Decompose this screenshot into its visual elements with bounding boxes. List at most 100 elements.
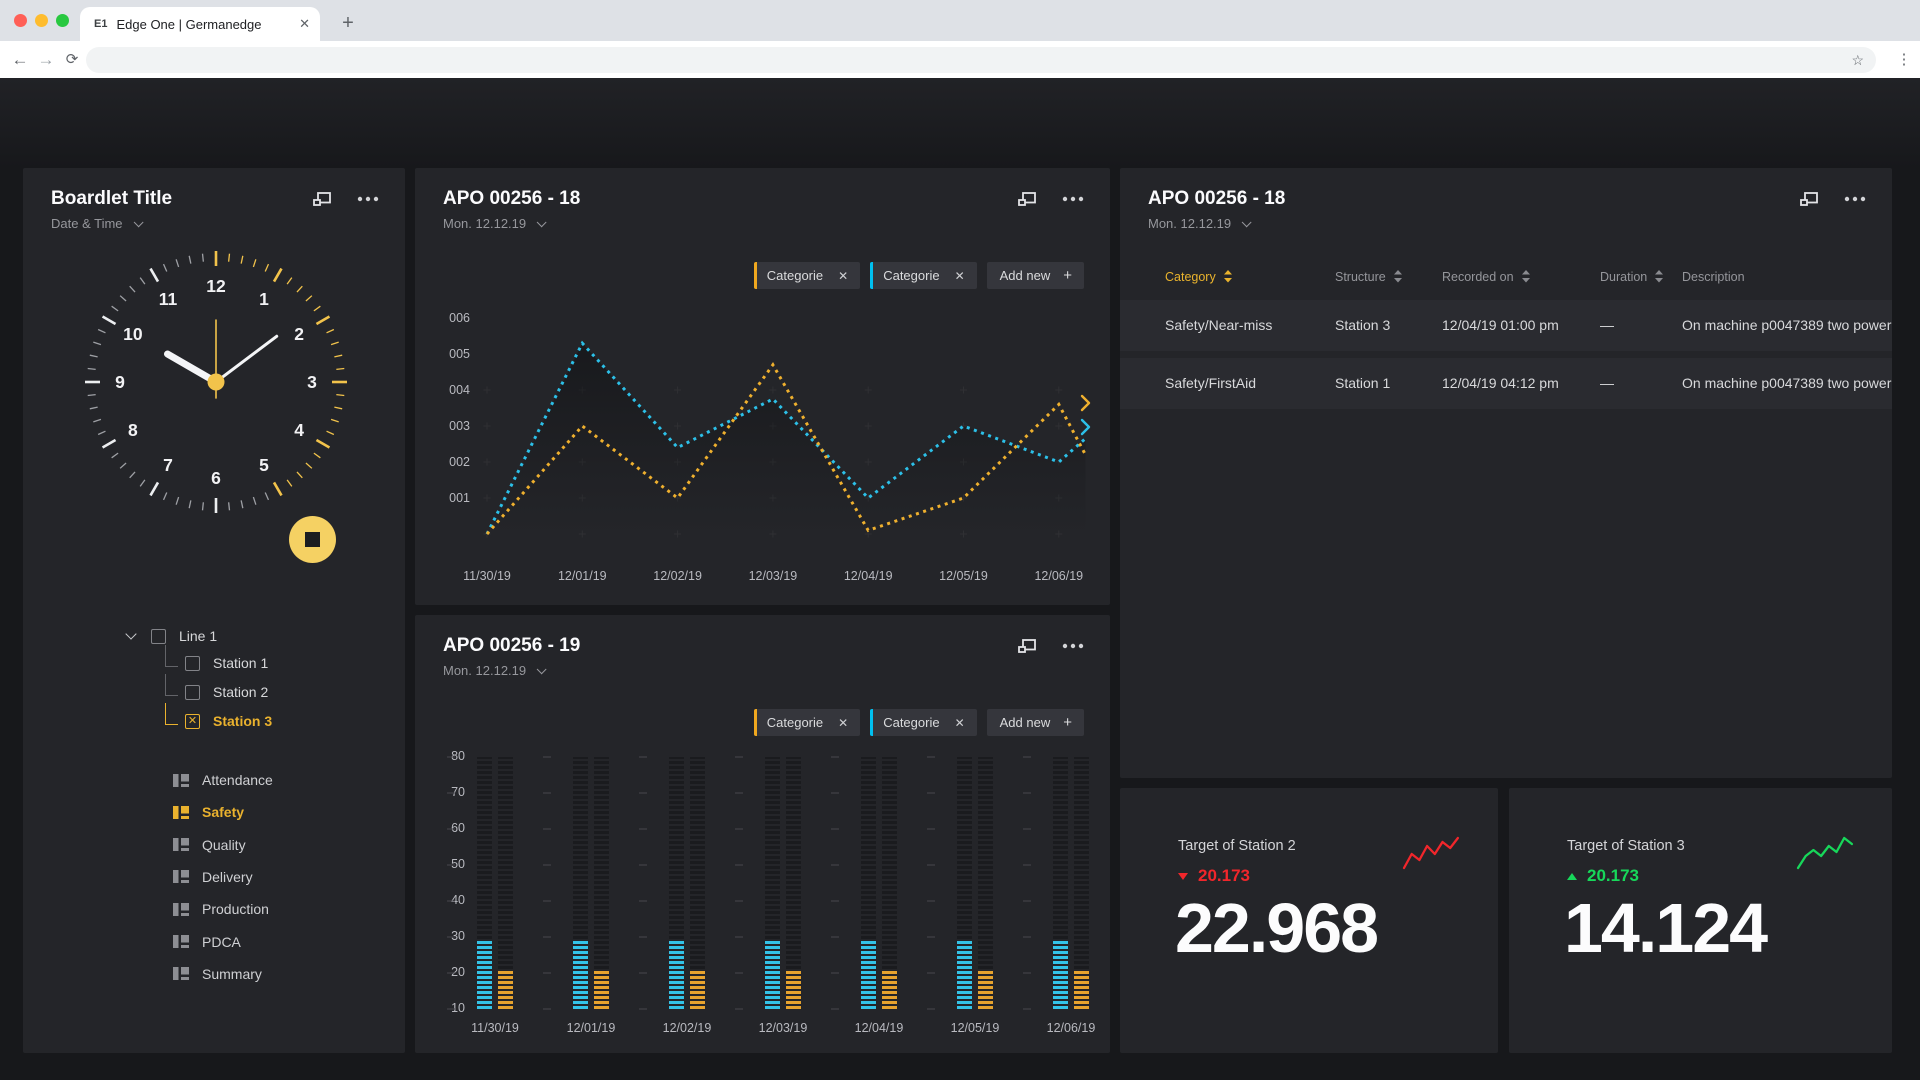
sparkline	[1796, 836, 1854, 874]
clock-stop-button[interactable]	[289, 516, 336, 563]
checkbox[interactable]	[151, 629, 166, 644]
sidebar-item-safety[interactable]: Safety	[173, 804, 244, 820]
more-options-icon[interactable]	[357, 196, 379, 202]
popout-icon[interactable]	[1800, 192, 1818, 206]
panel-title: APO 00256 - 18	[1148, 188, 1285, 210]
grid-dash	[447, 900, 455, 902]
table-row[interactable]: Safety/FirstAidStation 112/04/19 04:12 p…	[1120, 358, 1892, 409]
grid-dash	[831, 828, 839, 830]
sparkline	[1402, 836, 1460, 874]
grid-dash	[927, 900, 935, 902]
panel-date-dropdown[interactable]: Mon. 12.12.19	[1148, 216, 1248, 231]
browser-tab[interactable]: E1 Edge One | Germanedge ✕	[80, 7, 320, 41]
table-row[interactable]: Safety/Near-missStation 312/04/19 01:00 …	[1120, 300, 1892, 351]
grid-dash	[927, 828, 935, 830]
grid-dash	[1023, 972, 1031, 974]
tree-item-station-2[interactable]: Station 2	[185, 684, 268, 700]
forward-icon[interactable]: →	[34, 48, 58, 72]
tree-item-label: Station 3	[213, 713, 272, 729]
tab-close-icon[interactable]: ✕	[299, 16, 310, 32]
clock-number: 11	[159, 289, 178, 309]
bar	[978, 969, 993, 1009]
column-header-structure[interactable]: Structure	[1335, 270, 1402, 284]
sidebar-item-label: Summary	[202, 966, 262, 982]
sidebar-item-attendance[interactable]: Attendance	[173, 772, 273, 788]
sidebar-item-delivery[interactable]: Delivery	[173, 869, 253, 885]
tree-item-station-1[interactable]: Station 1	[185, 655, 268, 671]
sidebar-item-summary[interactable]: Summary	[173, 966, 262, 982]
clock-number: 3	[307, 372, 317, 392]
grid-dash	[543, 828, 551, 830]
boardlet-type-label: Date & Time	[51, 216, 123, 231]
sort-icon	[1394, 270, 1402, 283]
zoom-window-button[interactable]	[56, 14, 69, 27]
popout-icon[interactable]	[313, 192, 331, 206]
svg-text:12/05/19: 12/05/19	[939, 569, 988, 583]
grid-dash	[1023, 1008, 1031, 1010]
minimize-window-button[interactable]	[35, 14, 48, 27]
dashboard-grid-icon	[173, 967, 189, 980]
svg-text:001: 001	[449, 491, 470, 505]
grid-dash	[927, 936, 935, 938]
dashboard-grid-icon	[173, 774, 189, 787]
clock-number: 10	[123, 324, 143, 344]
x-axis-label: 12/01/19	[551, 1021, 631, 1035]
more-options-icon[interactable]	[1844, 196, 1866, 202]
clock-number: 4	[294, 420, 304, 440]
column-header-category[interactable]: Category	[1165, 270, 1232, 284]
x-axis-label: 12/05/19	[935, 1021, 1015, 1035]
column-label: Duration	[1600, 270, 1647, 284]
column-header-recorded-on[interactable]: Recorded on	[1442, 270, 1530, 284]
column-label: Category	[1165, 270, 1216, 284]
tree-item-station-3[interactable]: ✕ Station 3	[185, 713, 272, 729]
grid-dash	[735, 1008, 743, 1010]
x-axis-label: 12/03/19	[743, 1021, 823, 1035]
kpi-value: 14.124	[1564, 888, 1766, 968]
bookmark-star-icon[interactable]: ☆	[1851, 52, 1864, 69]
svg-text:003: 003	[449, 419, 470, 433]
new-tab-button[interactable]: +	[334, 10, 362, 38]
grid-dash	[447, 828, 455, 830]
column-header-duration[interactable]: Duration	[1600, 270, 1663, 284]
clock-number: 7	[163, 455, 173, 475]
app-background: Tue. 09:31 12/07/19 EdgeOne Boardlet Tit…	[0, 78, 1920, 1080]
chevron-down-icon	[125, 628, 136, 639]
cell-category: Safety/FirstAid	[1165, 358, 1256, 409]
clock-number: 9	[115, 372, 125, 392]
grid-dash	[543, 900, 551, 902]
clock-number: 1	[259, 289, 269, 309]
address-bar[interactable]: ☆	[86, 47, 1876, 73]
checkbox[interactable]	[185, 656, 200, 671]
sidebar-item-production[interactable]: Production	[173, 901, 269, 917]
sidebar-item-pdca[interactable]: PDCA	[173, 934, 241, 950]
sidebar-item-label: Production	[202, 901, 269, 917]
clock-number: 6	[211, 468, 221, 488]
checkbox[interactable]: ✕	[185, 714, 200, 729]
boardlet-panel: Boardlet Title Date & Time 1212345678910…	[23, 168, 405, 1053]
grid-dash	[639, 864, 647, 866]
column-label: Recorded on	[1442, 270, 1514, 284]
tree-item-line-1[interactable]: Line 1	[127, 628, 217, 644]
cell-duration: —	[1600, 358, 1614, 409]
close-window-button[interactable]	[14, 14, 27, 27]
grid-dash	[447, 756, 455, 758]
trend-up-icon	[1567, 873, 1577, 880]
boardlet-type-dropdown[interactable]: Date & Time	[51, 216, 140, 231]
x-axis-label: 12/02/19	[647, 1021, 727, 1035]
cell-recorded_on: 12/04/19 04:12 pm	[1442, 358, 1559, 409]
bar	[882, 969, 897, 1009]
dashboard-grid-icon	[173, 903, 189, 916]
grid-dash	[639, 936, 647, 938]
sidebar-item-quality[interactable]: Quality	[173, 837, 246, 853]
grid-dash	[1023, 900, 1031, 902]
tab-title: Edge One | Germanedge	[116, 17, 291, 32]
chevron-down-icon	[133, 217, 143, 227]
browser-menu-icon[interactable]: ⋮	[1894, 48, 1914, 72]
kpi-delta-value: 20.173	[1587, 866, 1639, 886]
svg-text:006: 006	[449, 311, 470, 325]
reload-icon[interactable]: ⟳	[60, 48, 84, 72]
svg-text:004: 004	[449, 383, 470, 397]
checkbox[interactable]	[185, 685, 200, 700]
kpi-label: Target of Station 3	[1567, 838, 1685, 854]
back-icon[interactable]: ←	[8, 48, 32, 72]
